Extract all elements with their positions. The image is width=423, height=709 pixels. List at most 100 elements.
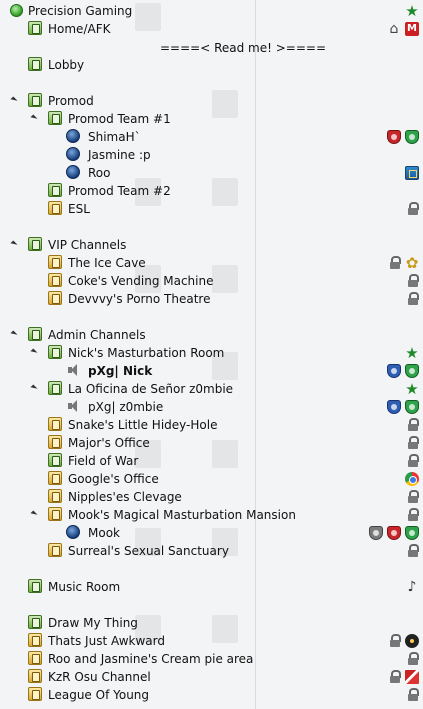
channel-label: Thats Just Awkward [48, 634, 165, 648]
locked-channel-icon [28, 669, 42, 683]
channel-row[interactable]: Major's Office [0, 434, 423, 452]
bomb-icon [405, 634, 419, 648]
channel-row[interactable]: Coke's Vending Machine [0, 272, 423, 290]
red-shield-icon [387, 526, 401, 540]
channel-row[interactable]: Promod [0, 92, 423, 110]
user-row[interactable]: pXg| Nick [0, 362, 423, 380]
channel-row[interactable]: Field of War [0, 452, 423, 470]
channel-row[interactable]: Lobby [0, 56, 423, 74]
expand-toggle[interactable] [30, 347, 40, 357]
locked-channel-icon [48, 291, 62, 305]
channel-row[interactable]: Thats Just Awkward [0, 632, 423, 650]
channel-row[interactable]: Promod Team #1 [0, 110, 423, 128]
expand-toggle[interactable] [30, 383, 40, 393]
channel-row[interactable]: Roo and Jasmine's Cream pie area [0, 650, 423, 668]
server-row[interactable]: Precision Gaming ★ [0, 2, 423, 20]
channel-label: Admin Channels [48, 328, 146, 342]
locked-channel-icon [48, 543, 62, 557]
user-label: Roo [88, 166, 111, 180]
channel-icon [48, 111, 62, 125]
channel-row[interactable]: Google's Office [0, 470, 423, 488]
channel-row[interactable]: Snake's Little Hidey-Hole [0, 416, 423, 434]
channel-row[interactable]: KzR Osu Channel [0, 668, 423, 686]
channel-row[interactable]: Admin Channels [0, 326, 423, 344]
user-row[interactable]: ShimaH` [0, 128, 423, 146]
user-icon [66, 165, 80, 179]
channel-label: Snake's Little Hidey-Hole [68, 418, 218, 432]
channel-label: Lobby [48, 58, 85, 72]
expand-toggle[interactable] [10, 329, 20, 339]
padlock-icon [407, 652, 419, 666]
padlock-icon [407, 436, 419, 450]
channel-label: Google's Office [68, 472, 159, 486]
channel-label: Promod [48, 94, 94, 108]
locked-channel-icon [48, 273, 62, 287]
flower-icon: ✿ [405, 254, 419, 272]
channel-label: Promod Team #2 [68, 184, 171, 198]
speaker-icon [66, 399, 80, 413]
user-icon [66, 147, 80, 161]
channel-row[interactable]: Music Room ♪ [0, 578, 423, 596]
channel-icon [28, 237, 42, 251]
channel-row[interactable]: VIP Channels [0, 236, 423, 254]
channel-icon [28, 21, 42, 35]
locked-channel-icon [48, 507, 62, 521]
channel-row[interactable]: The Ice Cave ✿ [0, 254, 423, 272]
locked-channel-icon [48, 471, 62, 485]
blue-shield-icon [387, 364, 401, 378]
expand-toggle[interactable] [10, 95, 20, 105]
user-row[interactable]: Roo [0, 164, 423, 182]
padlock-icon [389, 634, 401, 648]
channel-row[interactable]: Draw My Thing [0, 614, 423, 632]
channel-label: Field of War [68, 454, 139, 468]
channel-row[interactable]: Mook's Magical Masturbation Mansion [0, 506, 423, 524]
user-row[interactable]: pXg| z0mbie [0, 398, 423, 416]
padlock-icon [407, 490, 419, 504]
channel-row[interactable]: Promod Team #2 [0, 182, 423, 200]
user-row[interactable]: Mook [0, 524, 423, 542]
flag-icon [405, 670, 419, 684]
grey-shield-icon [369, 526, 383, 540]
channel-icon [28, 57, 42, 71]
expand-toggle[interactable] [10, 239, 20, 249]
channel-label: Music Room [48, 580, 121, 594]
channel-label: Roo and Jasmine's Cream pie area [48, 652, 254, 666]
channel-row[interactable]: ESL [0, 200, 423, 218]
expand-toggle[interactable] [30, 113, 40, 123]
channel-label: Promod Team #1 [68, 112, 171, 126]
user-label: ShimaH` [88, 130, 141, 144]
channel-row[interactable]: Nick's Masturbation Room ★ [0, 344, 423, 362]
channel-icon [48, 453, 62, 467]
channel-label: Devvvy's Porno Theatre [68, 292, 211, 306]
channel-row[interactable]: Home/AFK ⌂ M [0, 20, 423, 38]
padlock-icon [407, 274, 419, 288]
channel-row[interactable]: Surreal's Sexual Sanctuary [0, 542, 423, 560]
channel-label: League Of Young [48, 688, 150, 702]
channel-row[interactable]: League Of Young [0, 686, 423, 704]
user-row[interactable]: Jasmine :p [0, 146, 423, 164]
user-icon [66, 525, 80, 539]
channel-label: Draw My Thing [48, 616, 138, 630]
channel-icon [28, 615, 42, 629]
channel-icon [48, 345, 62, 359]
padlock-icon [407, 688, 419, 702]
tile-icon [405, 166, 419, 180]
star-icon: ★ [405, 2, 419, 20]
channel-row[interactable]: Devvvy's Porno Theatre [0, 290, 423, 308]
user-icon [66, 129, 80, 143]
padlock-icon [389, 670, 401, 684]
channel-row[interactable]: La Oficina de Señor z0mbie ★ [0, 380, 423, 398]
locked-channel-icon [48, 417, 62, 431]
padlock-icon [407, 544, 419, 558]
channel-icon [48, 381, 62, 395]
channel-label: Nick's Masturbation Room [68, 346, 225, 360]
locked-channel-icon [48, 489, 62, 503]
locked-channel-icon [28, 651, 42, 665]
star-icon: ★ [405, 344, 419, 362]
star-icon: ★ [405, 380, 419, 398]
chrome-icon [405, 472, 419, 486]
channel-label: Mook's Magical Masturbation Mansion [68, 508, 296, 522]
expand-toggle[interactable] [30, 509, 40, 519]
channel-row[interactable]: Nipples'es Clevage [0, 488, 423, 506]
channel-label: Major's Office [68, 436, 150, 450]
